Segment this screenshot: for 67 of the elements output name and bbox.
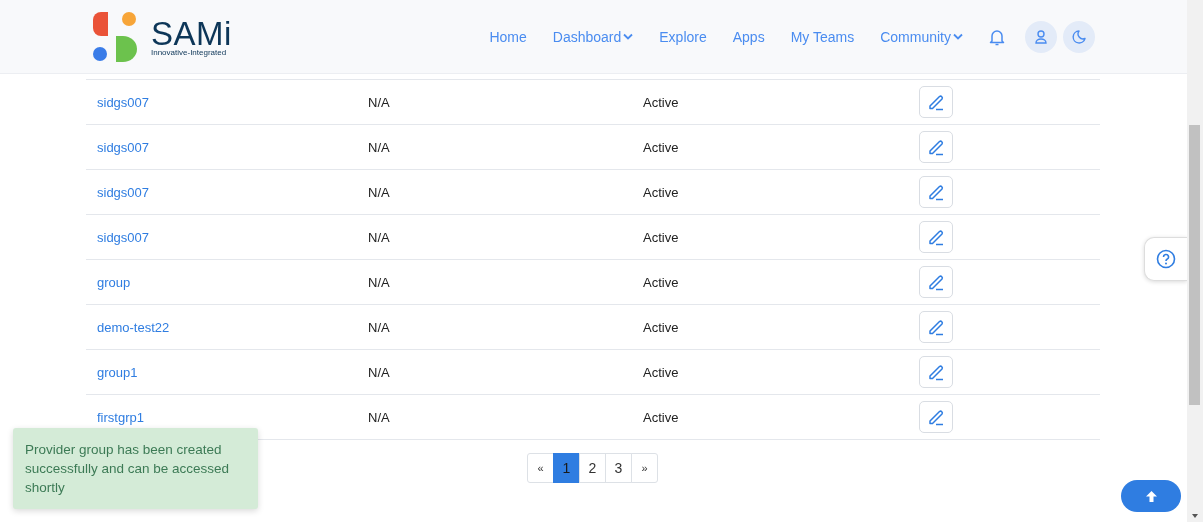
- nav-dropdown[interactable]: Dashboard: [552, 28, 634, 45]
- status-text: Active: [643, 364, 680, 380]
- edit-button[interactable]: [919, 176, 953, 208]
- edit-button[interactable]: [919, 356, 953, 388]
- table-cell-text: N/A: [368, 184, 391, 200]
- status-text: Active: [643, 409, 680, 425]
- group-name-link[interactable]: group1: [86, 364, 368, 380]
- status-text: Active: [643, 274, 680, 290]
- pencil-icon: [927, 228, 945, 246]
- status-text: Active: [643, 184, 680, 200]
- edit-button[interactable]: [919, 221, 953, 253]
- next-page-button[interactable]: »: [631, 453, 658, 483]
- pencil-icon: [927, 408, 945, 426]
- help-icon: [1156, 249, 1176, 269]
- scroll-top-button[interactable]: [1121, 480, 1181, 512]
- status-text: Active: [643, 139, 680, 155]
- scrollbar[interactable]: [1187, 0, 1203, 522]
- page-button[interactable]: 1: [553, 453, 580, 483]
- status-text: Active: [643, 94, 680, 110]
- pencil-icon: [927, 273, 945, 291]
- nav-link[interactable]: My Teams: [790, 28, 855, 45]
- page-button[interactable]: 2: [579, 453, 606, 483]
- nav-link[interactable]: Apps: [732, 28, 765, 45]
- caret-icon: [953, 33, 963, 40]
- table-cell-text: N/A: [368, 409, 391, 425]
- nav-link[interactable]: Explore: [659, 28, 707, 45]
- pencil-icon: [927, 183, 945, 201]
- status-text: Active: [643, 319, 680, 335]
- dark-mode-button[interactable]: [1063, 20, 1095, 53]
- previous-page-button[interactable]: «: [527, 453, 554, 483]
- edit-button[interactable]: [919, 86, 953, 118]
- user-icon: [1034, 29, 1048, 44]
- group-name-link[interactable]: sidgs007: [86, 184, 368, 200]
- edit-button[interactable]: [919, 311, 953, 343]
- table-cell-text: N/A: [368, 229, 391, 245]
- group-name-link[interactable]: demo-test22: [86, 319, 368, 335]
- group-name-link[interactable]: sidgs007: [86, 94, 368, 110]
- edit-button[interactable]: [919, 266, 953, 298]
- table-cell-text: N/A: [368, 364, 391, 380]
- pencil-icon: [927, 363, 945, 381]
- nav-link[interactable]: Home: [489, 28, 527, 45]
- pencil-icon: [927, 318, 945, 336]
- arrow-up-icon: [1145, 490, 1157, 502]
- status-text: Active: [643, 229, 680, 245]
- group-name-link[interactable]: firstgrp1: [86, 409, 368, 425]
- toast-message: Provider group has been created successfully and can be accessed shortly: [13, 428, 258, 509]
- pencil-icon: [927, 138, 945, 156]
- profile-button[interactable]: [1025, 20, 1057, 53]
- edit-button[interactable]: [919, 401, 953, 433]
- pencil-icon: [927, 93, 945, 111]
- table-cell-text: N/A: [368, 274, 391, 290]
- nav-dropdown[interactable]: Community: [880, 28, 963, 45]
- brand-name: SAMi: [151, 16, 232, 50]
- table-cell-text: N/A: [368, 139, 391, 155]
- page-button[interactable]: 3: [605, 453, 632, 483]
- group-name-link[interactable]: sidgs007: [86, 229, 368, 245]
- group-name-link[interactable]: group: [86, 274, 368, 290]
- caret-icon: [623, 33, 634, 40]
- moon-icon: [1072, 29, 1086, 44]
- brand-tagline: Innovative-Integrated: [151, 48, 228, 57]
- logo-icon: [93, 11, 137, 62]
- edit-button[interactable]: [919, 131, 953, 163]
- help-button[interactable]: [1144, 237, 1187, 281]
- notification-bell-icon[interactable]: [989, 27, 1005, 46]
- group-name-link[interactable]: sidgs007: [86, 139, 368, 155]
- table-cell-text: N/A: [368, 94, 391, 110]
- table-cell-text: N/A: [368, 319, 391, 335]
